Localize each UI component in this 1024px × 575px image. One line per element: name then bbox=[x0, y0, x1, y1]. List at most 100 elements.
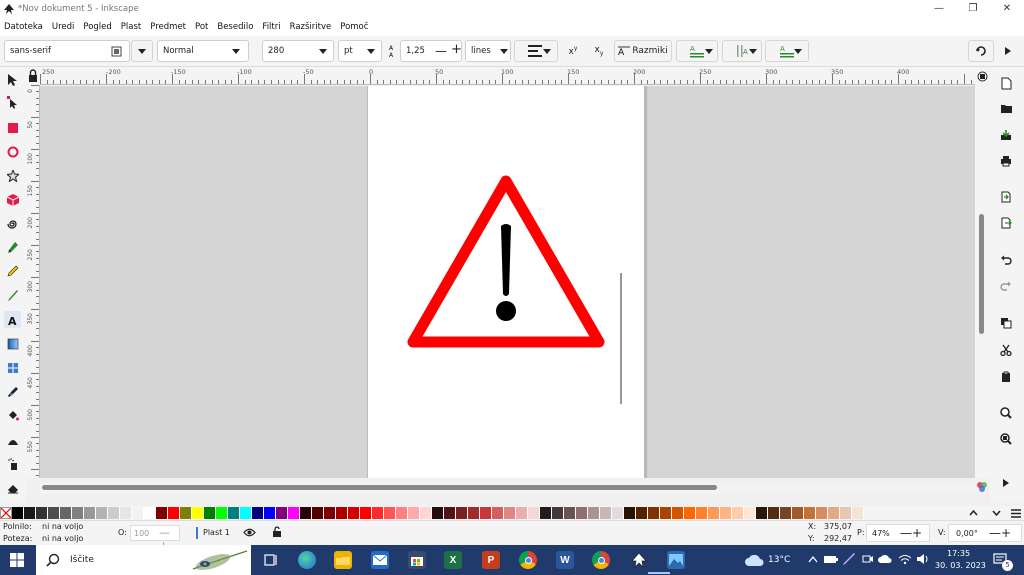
redo-icon[interactable] bbox=[998, 278, 1014, 294]
exclamation-dot[interactable] bbox=[496, 301, 516, 321]
weather-temperature[interactable]: 13°C bbox=[768, 555, 790, 565]
gradient-tool-icon[interactable] bbox=[4, 335, 21, 352]
zoom-selection-icon[interactable] bbox=[998, 405, 1014, 421]
color-swatch[interactable] bbox=[432, 507, 444, 519]
palette-scroll-down-icon[interactable] bbox=[990, 507, 1002, 519]
3d-box-tool-icon[interactable] bbox=[4, 191, 21, 208]
color-swatch[interactable] bbox=[384, 507, 396, 519]
cloud-sync-icon[interactable] bbox=[878, 554, 892, 567]
color-swatch[interactable] bbox=[204, 507, 216, 519]
vertical-scroll-thumb[interactable] bbox=[979, 214, 984, 334]
document-page[interactable] bbox=[367, 86, 645, 478]
weather-cloud-icon[interactable] bbox=[744, 553, 764, 570]
menu-layer[interactable]: Plast bbox=[121, 22, 141, 32]
onedrive-icon[interactable] bbox=[824, 554, 838, 567]
color-swatch[interactable] bbox=[504, 507, 516, 519]
color-swatch[interactable] bbox=[600, 507, 612, 519]
color-swatch[interactable] bbox=[528, 507, 540, 519]
text-orientation-button[interactable]: A bbox=[676, 40, 718, 62]
lock-icon[interactable] bbox=[26, 67, 40, 85]
menu-edit[interactable]: Uredi bbox=[52, 22, 75, 32]
color-swatch[interactable] bbox=[540, 507, 552, 519]
layer-visibility-icon[interactable] bbox=[243, 527, 256, 540]
node-tool-icon[interactable] bbox=[4, 94, 21, 111]
color-swatch[interactable] bbox=[36, 507, 48, 519]
color-swatch[interactable] bbox=[780, 507, 792, 519]
mesh-tool-icon[interactable] bbox=[4, 359, 21, 376]
menu-help[interactable]: Pomoč bbox=[340, 22, 368, 32]
color-swatch[interactable] bbox=[336, 507, 348, 519]
copy-icon[interactable] bbox=[998, 315, 1014, 331]
color-swatch[interactable] bbox=[816, 507, 828, 519]
undo-icon[interactable] bbox=[998, 252, 1014, 268]
color-swatch[interactable] bbox=[144, 507, 156, 519]
word-icon[interactable]: W bbox=[556, 551, 574, 569]
edge-browser-icon[interactable] bbox=[298, 551, 316, 569]
clock-time[interactable]: 17:35 bbox=[947, 549, 970, 558]
color-swatch[interactable] bbox=[624, 507, 636, 519]
selector-tool-icon[interactable] bbox=[4, 71, 21, 88]
zoom-input[interactable]: 47% —+ bbox=[866, 524, 930, 542]
no-paint-swatch[interactable] bbox=[0, 507, 12, 519]
rotation-stepper-icon[interactable]: —+ bbox=[989, 526, 1011, 540]
color-swatch[interactable] bbox=[828, 507, 840, 519]
display-mode-button[interactable] bbox=[975, 67, 989, 85]
color-swatch[interactable] bbox=[108, 507, 120, 519]
color-swatch[interactable] bbox=[612, 507, 624, 519]
menu-filters[interactable]: Filtri bbox=[262, 22, 280, 32]
color-swatch[interactable] bbox=[120, 507, 132, 519]
color-swatch[interactable] bbox=[684, 507, 696, 519]
color-swatch[interactable] bbox=[768, 507, 780, 519]
color-swatch[interactable] bbox=[216, 507, 228, 519]
color-swatch[interactable] bbox=[588, 507, 600, 519]
color-swatch[interactable] bbox=[24, 507, 36, 519]
warning-sign-drawing[interactable] bbox=[368, 86, 646, 478]
color-swatch[interactable] bbox=[492, 507, 504, 519]
font-family-dropdown-button[interactable] bbox=[131, 40, 153, 62]
color-swatch[interactable] bbox=[840, 507, 852, 519]
maximize-button[interactable]: ❐ bbox=[956, 0, 990, 17]
file-explorer-icon[interactable] bbox=[334, 551, 352, 569]
store-icon[interactable] bbox=[408, 551, 426, 569]
color-swatch[interactable] bbox=[300, 507, 312, 519]
save-icon[interactable] bbox=[998, 127, 1014, 143]
rotation-input[interactable]: 0,00° —+ bbox=[948, 524, 1022, 542]
layer-lock-icon[interactable] bbox=[272, 526, 282, 540]
color-swatch[interactable] bbox=[756, 507, 768, 519]
color-swatch[interactable] bbox=[372, 507, 384, 519]
opacity-input[interactable]: 100 —+ bbox=[130, 525, 180, 552]
zoom-drawing-icon[interactable] bbox=[998, 431, 1014, 447]
cut-icon[interactable] bbox=[998, 342, 1014, 358]
plus-icon[interactable]: + bbox=[451, 42, 462, 57]
eraser-tool-icon[interactable] bbox=[4, 479, 21, 496]
more-commands-icon[interactable] bbox=[998, 475, 1014, 491]
stroke-value[interactable]: ni na voljo bbox=[42, 534, 83, 543]
text-tool-icon[interactable]: A bbox=[4, 311, 21, 328]
taskbar-search-box[interactable]: Iščite bbox=[36, 545, 251, 575]
color-swatch[interactable] bbox=[444, 507, 456, 519]
color-swatch[interactable] bbox=[744, 507, 756, 519]
inkscape-taskbar-icon[interactable] bbox=[630, 551, 648, 569]
color-swatch[interactable] bbox=[192, 507, 204, 519]
volume-icon[interactable] bbox=[916, 553, 930, 568]
color-swatch[interactable] bbox=[252, 507, 264, 519]
spiral-tool-icon[interactable] bbox=[4, 215, 21, 232]
paint-bucket-tool-icon[interactable] bbox=[4, 407, 21, 424]
meet-now-icon[interactable] bbox=[862, 553, 874, 568]
exclamation-bar[interactable] bbox=[501, 224, 511, 296]
drawing-canvas[interactable] bbox=[40, 86, 975, 478]
new-document-icon[interactable] bbox=[998, 75, 1014, 91]
color-swatch[interactable] bbox=[468, 507, 480, 519]
show-hidden-icons-icon[interactable] bbox=[808, 555, 818, 566]
clock-date[interactable]: 30. 03. 2023 bbox=[935, 561, 986, 570]
writing-mode-button[interactable]: A bbox=[722, 40, 762, 62]
color-swatch[interactable] bbox=[96, 507, 108, 519]
color-swatch[interactable] bbox=[324, 507, 336, 519]
close-button[interactable]: ✕ bbox=[990, 0, 1024, 17]
color-swatch[interactable] bbox=[12, 507, 24, 519]
color-swatch[interactable] bbox=[720, 507, 732, 519]
color-swatch[interactable] bbox=[480, 507, 492, 519]
chrome-icon[interactable] bbox=[519, 551, 537, 569]
color-swatch[interactable] bbox=[852, 507, 864, 519]
color-swatch[interactable] bbox=[636, 507, 648, 519]
